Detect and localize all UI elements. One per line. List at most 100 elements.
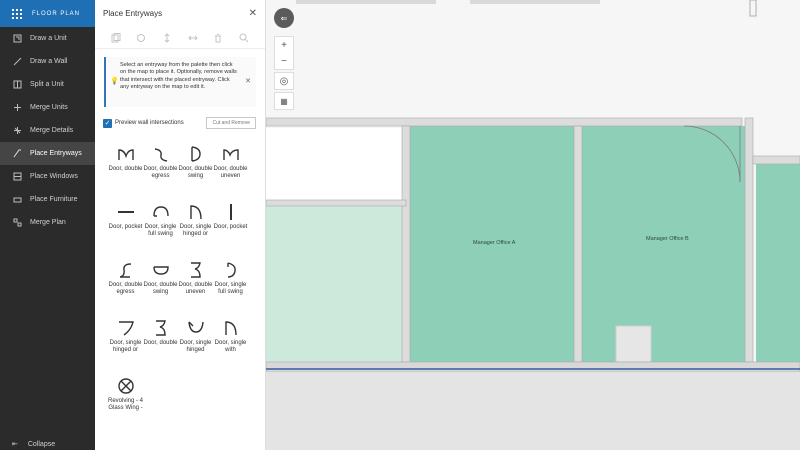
- cut-and-remove-button[interactable]: Cut and Remove: [206, 117, 256, 129]
- panel-header: Place Entryways ✕: [95, 0, 265, 27]
- entryway-option-egress[interactable]: Door, double egress: [143, 142, 178, 200]
- column-top: [749, 0, 757, 17]
- sidebar-item-draw-a-wall[interactable]: Draw a Wall: [0, 50, 95, 73]
- entryway-option-uneven2[interactable]: Door, double uneven: [178, 258, 213, 316]
- flip-horizontal-icon[interactable]: [187, 32, 199, 44]
- sidebar-header: FLOOR PLAN: [0, 0, 95, 27]
- sidebar-item-merge-details[interactable]: Merge Details: [0, 119, 95, 142]
- entryway-pocket-icon: [117, 211, 134, 213]
- sidebar-item-merge-units[interactable]: Merge Units: [0, 96, 95, 119]
- sidebar-item-label: Merge Units: [30, 104, 68, 111]
- wall-right-top: [752, 155, 800, 165]
- sidebar-item-label: Place Furniture: [30, 196, 78, 203]
- entryway-dswing-icon: [190, 146, 201, 162]
- entryway-pocket2-icon: [229, 204, 232, 220]
- room-white-left: [266, 128, 403, 206]
- entryway-label: Door, single full swing: [214, 282, 247, 296]
- wall-vertical-left: [401, 125, 411, 363]
- entryway-icon: [12, 149, 22, 159]
- entryway-hinged-icon: [189, 205, 202, 220]
- room-label-a: Manager Office A: [473, 240, 516, 246]
- preview-checkbox[interactable]: ✓: [103, 118, 112, 128]
- entryway-option-dswing2[interactable]: Door, double swing: [143, 258, 178, 316]
- sidebar-item-merge-plan[interactable]: Merge Plan: [0, 211, 95, 234]
- entryways-panel: Place Entryways ✕ 💡 Select an entryway f…: [95, 0, 266, 450]
- entryway-label: Door, double egress: [143, 166, 178, 180]
- floor-plan-map[interactable]: ⇐ + − ◎ ▦ Manager Office A Manager Offic…: [266, 0, 800, 450]
- entryway-uneven-icon: [222, 149, 239, 160]
- entryway-option-with[interactable]: Door, single with: [213, 316, 248, 374]
- entryway-with-icon: [224, 321, 237, 336]
- room-manager-office-b: [581, 126, 745, 362]
- panel-toolbar: [95, 27, 265, 49]
- entryway-option-fullswing[interactable]: Door, single full swing: [143, 200, 178, 258]
- entryway-option-revolving[interactable]: Revolving - 4 Glass Wing -: [108, 374, 143, 432]
- zoom-to-icon[interactable]: [238, 32, 250, 44]
- sidebar-item-place-windows[interactable]: Place Windows: [0, 165, 95, 188]
- entryway-double-icon: [117, 149, 134, 160]
- entryway-label: Door, double egress: [108, 282, 143, 296]
- entryway-label: Door, pocket: [108, 224, 143, 230]
- floor-picker-icon[interactable]: ▦: [275, 93, 293, 109]
- entryway-label: Door, single hinged: [179, 340, 212, 354]
- delete-icon[interactable]: [212, 32, 224, 44]
- sidebar-item-draw-a-unit[interactable]: Draw a Unit: [0, 27, 95, 50]
- entryway-option-hinged[interactable]: Door, single hinged or: [178, 200, 213, 258]
- rotate-icon[interactable]: [135, 32, 147, 44]
- entryway-label: Door, double uneven: [213, 166, 248, 180]
- panel-title: Place Entryways: [103, 9, 163, 18]
- collapse-button[interactable]: ⇤ Collapse: [12, 440, 56, 449]
- entryway-hinged2-icon: [118, 321, 134, 336]
- entryway-option-hinged2[interactable]: Door, single hinged or: [108, 316, 143, 374]
- entryway-label: Door, single hinged or: [109, 340, 142, 354]
- room-label-b: Manager Office B: [646, 236, 689, 242]
- app-grid-icon[interactable]: [12, 8, 22, 19]
- entryway-label: Door, single full swing: [144, 224, 177, 238]
- app-sidebar: FLOOR PLAN Draw a Unit Draw a Wall Split a…: [0, 0, 95, 450]
- entryway-option-egress2[interactable]: Door, double egress: [108, 258, 143, 316]
- sidebar-item-label: Merge Plan: [30, 219, 66, 226]
- close-icon[interactable]: ✕: [249, 8, 257, 19]
- app-title: FLOOR PLAN: [32, 10, 81, 17]
- flip-vertical-icon[interactable]: [161, 32, 173, 44]
- entryway-uneven2-icon: [190, 262, 201, 278]
- locate-icon[interactable]: ◎: [275, 73, 293, 89]
- floor-plan-drawing: [266, 0, 800, 450]
- copy-icon[interactable]: [110, 32, 122, 44]
- wall-vertical-right: [744, 117, 754, 363]
- entryway-egress-icon: [154, 148, 167, 162]
- corridor: [266, 372, 800, 450]
- locate-control: ◎: [274, 72, 294, 90]
- compass-icon[interactable]: ⇐: [274, 8, 294, 28]
- wall-horizontal-top: [266, 117, 743, 127]
- entryway-option-double2[interactable]: Door, double: [143, 316, 178, 374]
- sidebar-item-label: Split a Unit: [30, 81, 64, 88]
- entryway-option-dswing[interactable]: Door, double swing: [178, 142, 213, 200]
- dismiss-info-icon[interactable]: ✕: [245, 77, 251, 85]
- floor-box: [615, 325, 652, 363]
- entryway-option-fullswing2[interactable]: Door, single full swing: [213, 258, 248, 316]
- furniture-icon: [12, 195, 22, 205]
- zoom-out-button[interactable]: −: [275, 53, 293, 69]
- zoom-in-button[interactable]: +: [275, 37, 293, 53]
- entryway-revolving-icon: [117, 378, 134, 394]
- sidebar-item-label: Place Entryways: [30, 150, 82, 157]
- entryway-option-pocket2[interactable]: Door, pocket: [213, 200, 248, 258]
- entryway-option-double[interactable]: Door, double: [108, 142, 143, 200]
- entryway-option-hinged3[interactable]: Door, single hinged: [178, 316, 213, 374]
- entryway-palette: Door, double Door, double egress Door, dou…: [108, 142, 258, 432]
- wall-top-left: [296, 0, 436, 4]
- collapse-label: Collapse: [27, 440, 56, 448]
- collapse-icon: ⇤: [12, 441, 18, 448]
- entryway-label: Door, single hinged or: [179, 224, 212, 238]
- lightbulb-icon: 💡: [110, 78, 119, 85]
- sidebar-item-place-entryways[interactable]: Place Entryways: [0, 142, 95, 165]
- wall-bottom: [266, 361, 800, 373]
- entryway-option-uneven[interactable]: Door, double uneven: [213, 142, 248, 200]
- entryway-option-pocket[interactable]: Door, pocket: [108, 200, 143, 258]
- preview-row: ✓ Preview wall intersections Cut and Rem…: [103, 117, 256, 129]
- room-light-left: [266, 206, 403, 362]
- sidebar-item-split-a-unit[interactable]: Split a Unit: [0, 73, 95, 96]
- merge-plan-icon: [12, 218, 22, 228]
- sidebar-item-place-furniture[interactable]: Place Furniture: [0, 188, 95, 211]
